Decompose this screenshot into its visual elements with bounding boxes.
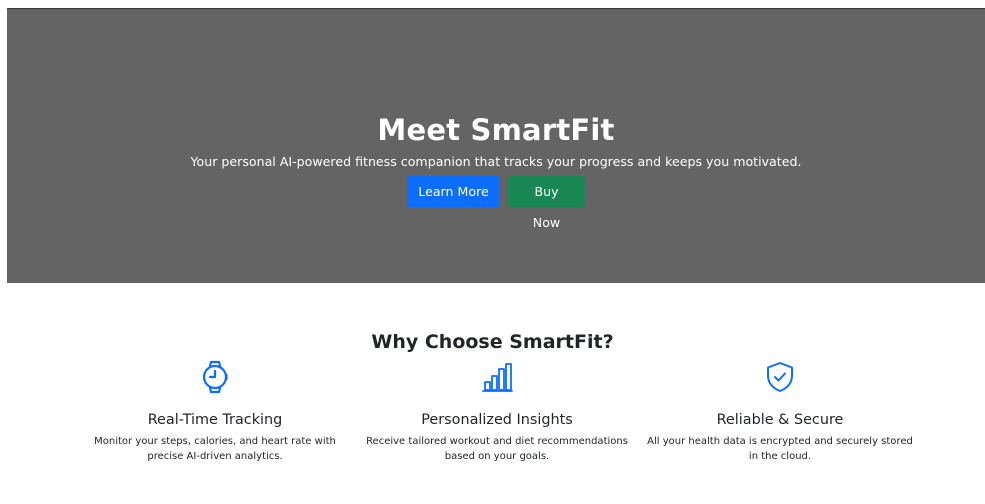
features-section-title: Why Choose SmartFit? xyxy=(371,330,614,353)
hero-subtitle: Your personal AI-powered fitness compani… xyxy=(190,153,802,169)
buy-now-button[interactable]: Buy Now xyxy=(508,176,585,230)
feature-title: Reliable & Secure xyxy=(716,412,844,428)
hero-buttons: Learn More Buy Now xyxy=(7,176,985,230)
feature-reliable-secure: Reliable & Secure All your health data i… xyxy=(630,360,930,464)
bar-chart-icon xyxy=(480,360,514,394)
hero-section: Meet SmartFit Your personal AI-powered f… xyxy=(7,8,985,283)
feature-description: Monitor your steps, calories, and heart … xyxy=(94,436,336,462)
feature-personalized-insights: Personalized Insights Receive tailored w… xyxy=(347,360,647,464)
features-grid: Real-Time Tracking Monitor your steps, c… xyxy=(0,360,985,490)
feature-description: Receive tailored workout and diet recomm… xyxy=(366,436,628,462)
shield-check-icon xyxy=(763,360,797,394)
feature-title: Personalized Insights xyxy=(421,412,573,428)
feature-description: All your health data is encrypted and se… xyxy=(647,436,913,462)
learn-more-button[interactable]: Learn More xyxy=(407,176,500,207)
feature-real-time-tracking: Real-Time Tracking Monitor your steps, c… xyxy=(65,360,365,464)
feature-title: Real-Time Tracking xyxy=(147,412,283,428)
smartwatch-icon xyxy=(198,360,232,394)
hero-title: Meet SmartFit xyxy=(377,113,615,148)
